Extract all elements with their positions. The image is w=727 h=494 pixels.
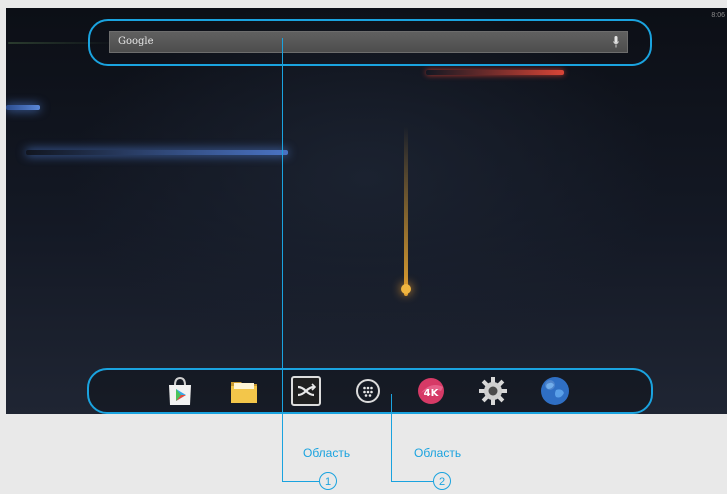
- callout-1-number: 1: [319, 472, 337, 490]
- play-store-icon[interactable]: [164, 375, 196, 407]
- wallpaper-streak: [404, 126, 408, 296]
- wallpaper-streak: [6, 105, 40, 110]
- status-clock: 8:06: [711, 12, 725, 19]
- settings-icon[interactable]: [477, 375, 509, 407]
- callout-1-label: Область: [303, 446, 351, 460]
- callout-2-number: 2: [433, 472, 451, 490]
- google-search-bar[interactable]: Google: [109, 31, 628, 53]
- svg-text:4K: 4K: [424, 388, 440, 399]
- callout-2-label: Область: [414, 446, 462, 460]
- search-bar-label: Google: [118, 36, 154, 47]
- callout-1-leader: [282, 481, 319, 482]
- file-manager-icon[interactable]: [228, 375, 260, 407]
- wallpaper-glow: [401, 284, 411, 294]
- 4k-player-icon[interactable]: 4K: [415, 375, 447, 407]
- wallpaper-streak: [426, 70, 564, 75]
- microphone-icon[interactable]: [613, 36, 619, 48]
- browser-globe-icon[interactable]: [539, 375, 571, 407]
- callout-1-leader: [282, 38, 283, 482]
- media-player-icon[interactable]: [290, 375, 322, 407]
- callout-2-leader: [391, 481, 433, 482]
- tv-home-screen: 8:06: [6, 8, 727, 414]
- app-drawer-icon[interactable]: [352, 375, 384, 407]
- callout-2-leader: [391, 394, 392, 482]
- wallpaper-streak: [26, 150, 288, 155]
